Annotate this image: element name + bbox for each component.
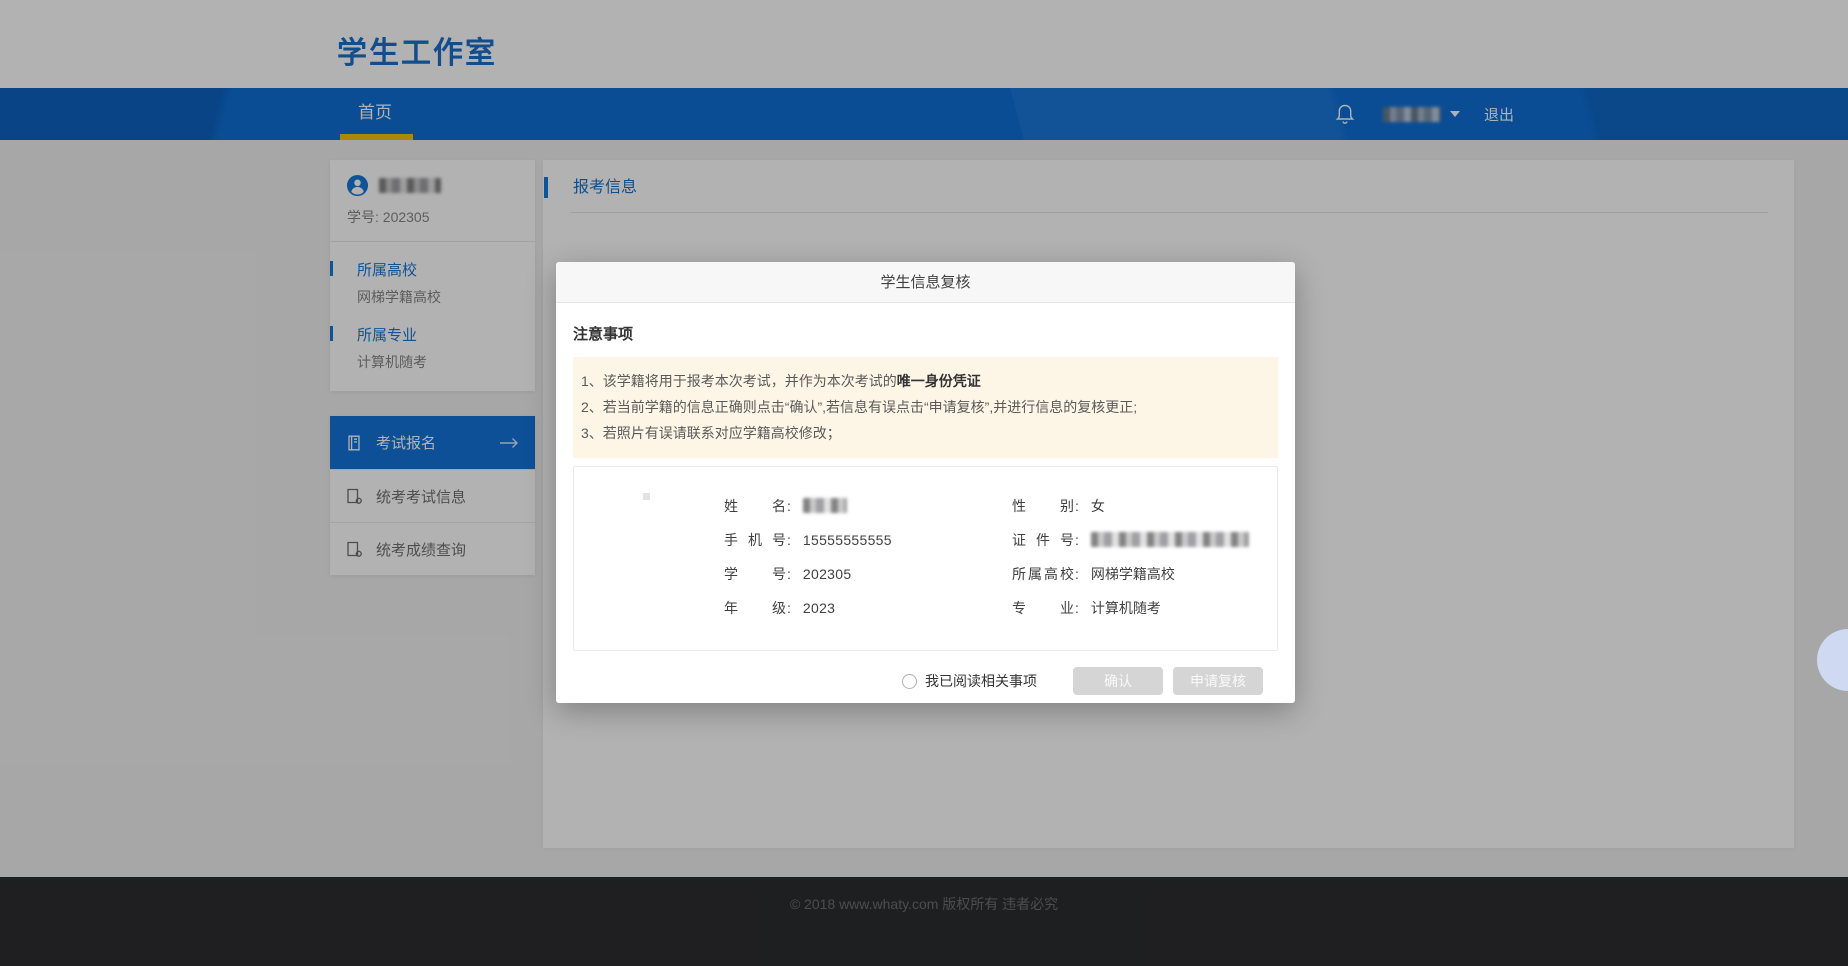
idcard-value-redacted [1091,532,1249,547]
name-value-redacted [803,498,847,513]
phone-value: 15555555555 [803,532,892,548]
field-major: 专业: 计算机随考 [1012,597,1249,618]
field-name: 姓名: [724,495,1012,516]
field-colon: : [787,498,791,514]
field-label: 年级 [724,598,786,618]
photo-placeholder [643,493,650,500]
field-colon: : [1075,498,1079,514]
notice-number: 3、 [581,420,603,446]
notice-bold-text: 唯一身份凭证 [897,373,981,389]
screen: 学生工作室 首页 退出 [0,0,1848,966]
modal-title: 学生信息复核 [556,262,1295,303]
school-value: 网梯学籍高校 [1091,564,1175,584]
field-colon: : [1075,566,1079,582]
student-info-panel: 姓名: 性别: 女 手机号: 15555555555 证件号: [573,466,1278,651]
modal-footer: 我已阅读相关事项 确认 申请复核 [573,651,1278,695]
notice-text: 若当前学籍的信息正确则点击“确认”,若信息有误点击“申请复核”,并进行信息的复核… [603,394,1137,420]
field-colon: : [787,532,791,548]
field-school: 所属高校: 网梯学籍高校 [1012,563,1249,584]
field-label: 所属高校 [1012,564,1074,584]
modal-body: 注意事项 1、 该学籍将用于报考本次考试，并作为本次考试的唯一身份凭证 2、 若… [556,303,1295,695]
field-phone: 手机号: 15555555555 [724,529,1012,550]
student-info-fields: 姓名: 性别: 女 手机号: 15555555555 证件号: [724,495,1249,618]
notice-number: 2、 [581,394,603,420]
student-no-value: 202305 [803,566,852,582]
agree-checkbox[interactable] [902,674,917,689]
notice-text: 若照片有误请联系对应学籍高校修改； [603,420,841,446]
notice-item-2: 2、 若当前学籍的信息正确则点击“确认”,若信息有误点击“申请复核”,并进行信息… [581,394,1268,420]
field-colon: : [1075,600,1079,616]
notice-heading: 注意事项 [573,323,1278,344]
field-label: 姓名 [724,496,786,516]
field-label: 手机号 [724,530,786,550]
field-label: 专业 [1012,598,1074,618]
field-label: 证件号 [1012,530,1074,550]
field-label: 学号 [724,564,786,584]
major-value: 计算机随考 [1091,598,1161,618]
field-grade: 年级: 2023 [724,597,1012,618]
notice-item-1: 1、 该学籍将用于报考本次考试，并作为本次考试的唯一身份凭证 [581,368,1268,394]
notice-text: 该学籍将用于报考本次考试，并作为本次考试的 [603,373,897,389]
notice-box: 1、 该学籍将用于报考本次考试，并作为本次考试的唯一身份凭证 2、 若当前学籍的… [573,357,1278,458]
student-info-review-modal: 学生信息复核 注意事项 1、 该学籍将用于报考本次考试，并作为本次考试的唯一身份… [556,262,1295,703]
field-label: 性别 [1012,496,1074,516]
field-idcard: 证件号: [1012,529,1249,550]
agree-label[interactable]: 我已阅读相关事项 [925,671,1037,691]
grade-value: 2023 [803,600,835,616]
field-colon: : [787,566,791,582]
apply-review-button[interactable]: 申请复核 [1173,667,1263,695]
notice-item-3: 3、 若照片有误请联系对应学籍高校修改； [581,420,1268,446]
field-colon: : [787,600,791,616]
field-colon: : [1075,532,1079,548]
notice-number: 1、 [581,368,603,394]
field-student-no: 学号: 202305 [724,563,1012,584]
field-gender: 性别: 女 [1012,495,1249,516]
gender-value: 女 [1091,496,1105,516]
confirm-button[interactable]: 确认 [1073,667,1163,695]
